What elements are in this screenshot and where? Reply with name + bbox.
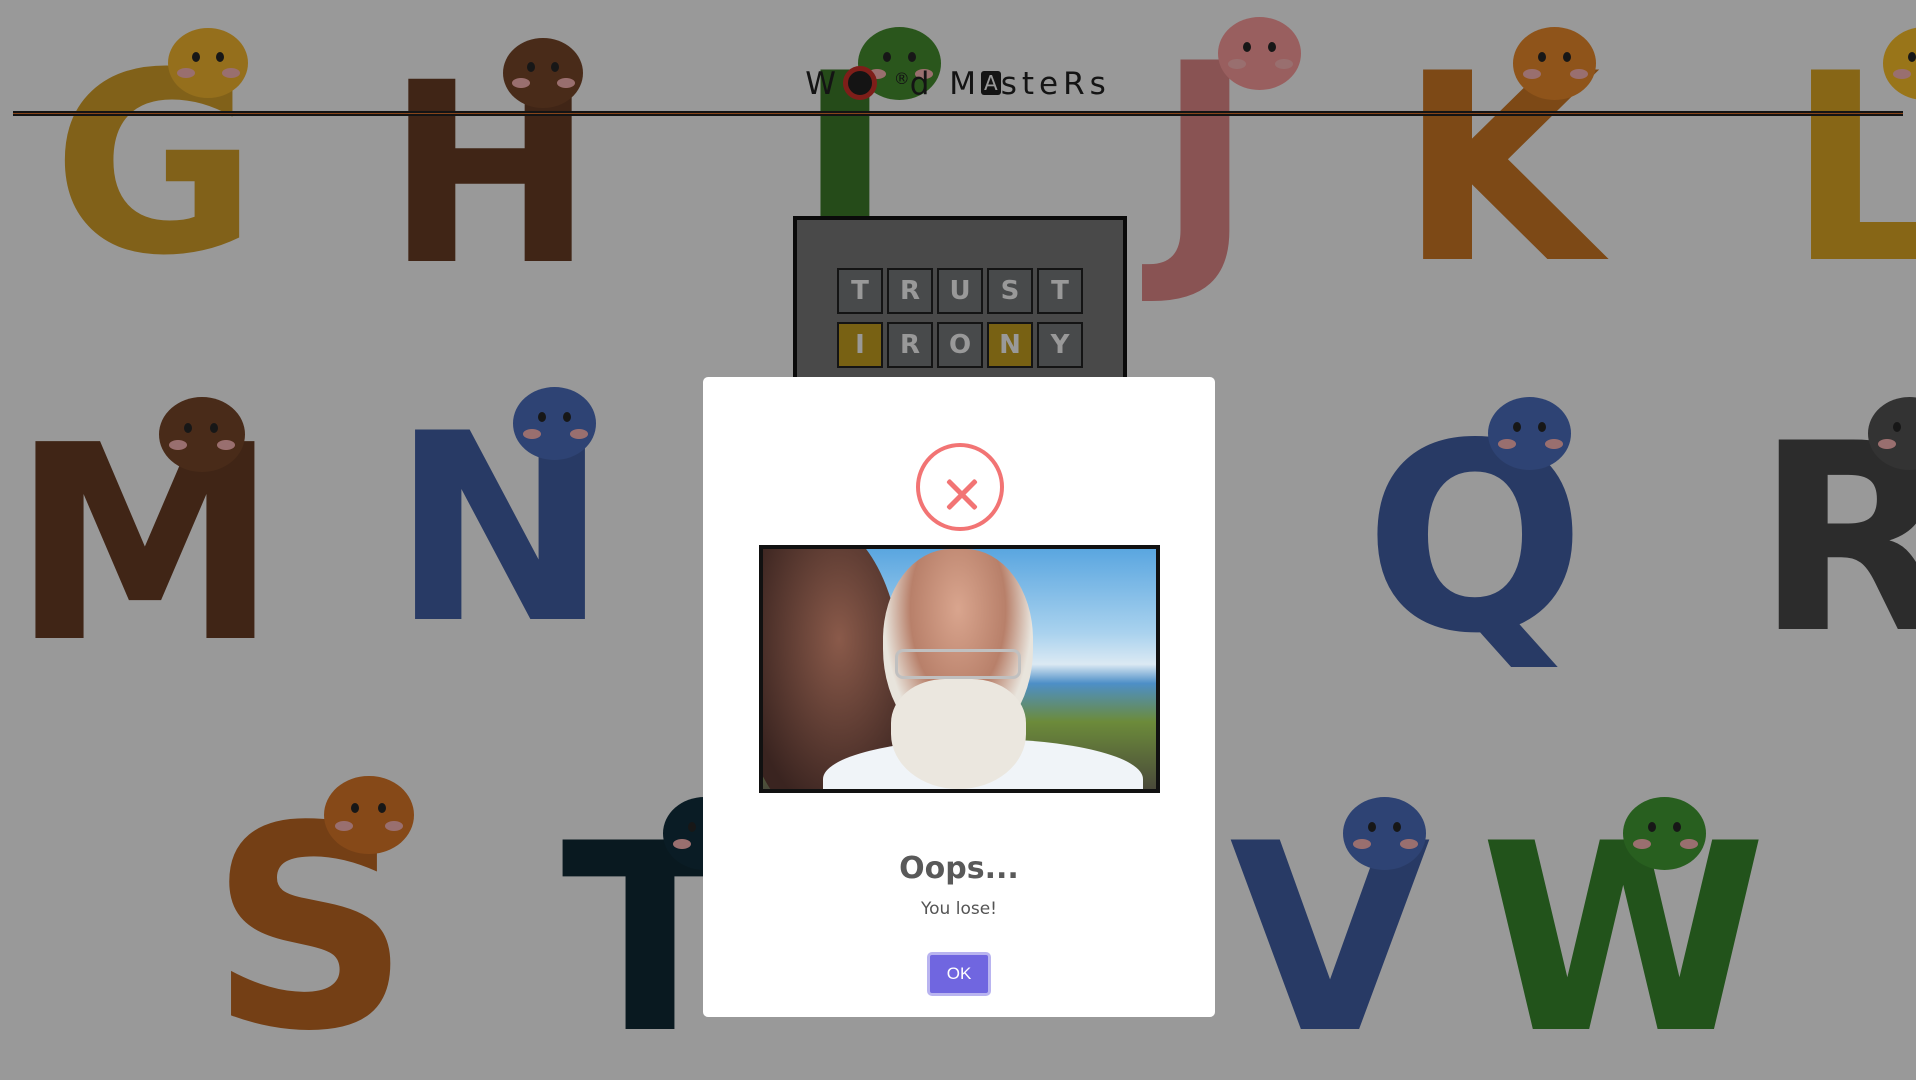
- error-x-icon: [916, 443, 1004, 531]
- dialog-message: You lose!: [921, 899, 997, 919]
- result-dialog: Oops... You lose! OK: [703, 377, 1215, 1017]
- result-photo: [759, 545, 1160, 793]
- photo-beard: [891, 679, 1026, 789]
- dialog-title: Oops...: [899, 851, 1019, 886]
- ok-button[interactable]: OK: [927, 952, 991, 996]
- photo-glasses: [895, 649, 1021, 679]
